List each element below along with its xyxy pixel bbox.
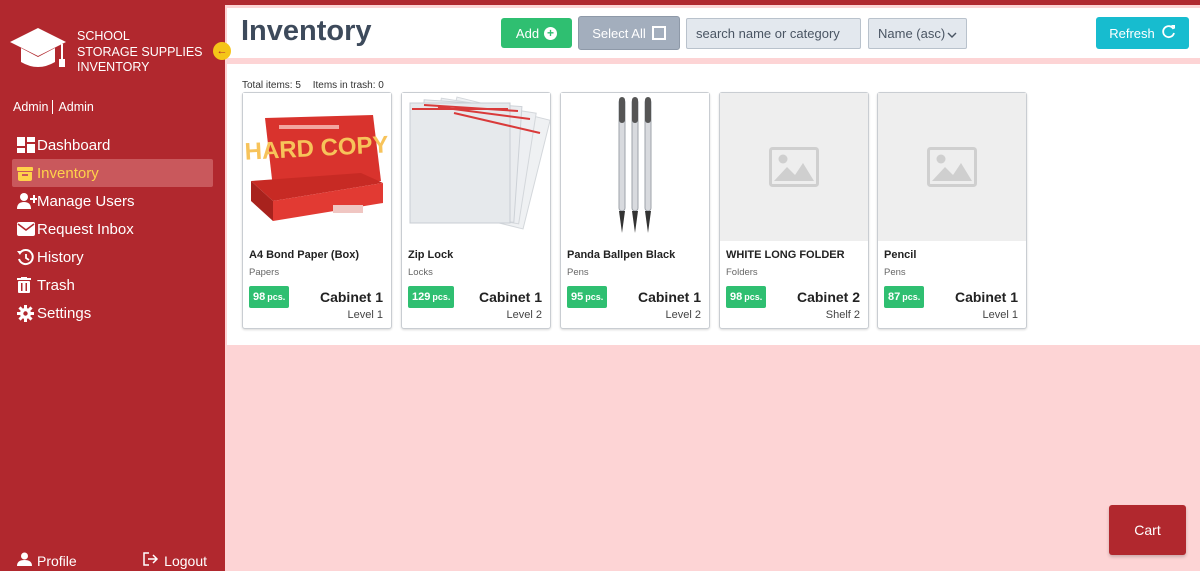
sort-value: Name (asc) xyxy=(878,26,946,41)
item-location: Cabinet 1 xyxy=(637,289,701,305)
cart-label: Cart xyxy=(1134,522,1161,538)
select-all-button[interactable]: Select All xyxy=(578,16,680,50)
graduation-cap-logo xyxy=(8,26,68,78)
refresh-icon xyxy=(1155,24,1176,42)
logout-label: Logout xyxy=(164,552,207,569)
item-name: A4 Bond Paper (Box) xyxy=(249,249,360,261)
inventory-panel: Total items: 5 Items in trash: 0 HARD CO… xyxy=(227,64,1200,345)
refresh-button[interactable]: Refresh xyxy=(1096,17,1189,49)
sidebar-item-label: Manage Users xyxy=(37,192,135,210)
item-category: Pens xyxy=(567,267,589,278)
sidebar-item-label: History xyxy=(37,248,84,266)
item-name: Zip Lock xyxy=(408,249,454,261)
add-button[interactable]: Add + xyxy=(501,18,572,48)
sidebar-item-label: Request Inbox xyxy=(37,220,134,238)
item-name: WHITE LONG FOLDER xyxy=(726,249,845,261)
quantity-badge: 129 pcs. xyxy=(408,286,455,308)
sidebar-item-label: Inventory xyxy=(37,164,99,182)
search-input[interactable] xyxy=(686,18,861,49)
logout-icon xyxy=(143,552,164,569)
item-location: Cabinet 1 xyxy=(954,289,1018,305)
profile-label: Profile xyxy=(37,552,77,569)
user-name: Admin xyxy=(58,100,94,114)
sidebar-item-dashboard[interactable]: Dashboard xyxy=(12,131,213,159)
items-in-trash: Items in trash: 0 xyxy=(312,80,384,91)
item-level: Level 2 xyxy=(506,309,542,321)
quantity-badge: 87 pcs. xyxy=(884,286,925,308)
sidebar-item-label: Dashboard xyxy=(37,136,111,154)
add-user-icon xyxy=(17,192,37,210)
logout-link[interactable]: Logout xyxy=(143,552,207,569)
profile-link[interactable]: Profile xyxy=(17,552,77,569)
chevron-down-icon xyxy=(947,28,957,43)
cart-button[interactable]: Cart xyxy=(1109,505,1186,555)
sidebar-nav: Dashboard Inventory Manage Users Request… xyxy=(12,131,213,327)
sidebar-item-inventory[interactable]: Inventory xyxy=(12,159,213,187)
arrow-left-icon: ← xyxy=(216,45,228,57)
item-level: Level 1 xyxy=(347,309,383,321)
sidebar-collapse-button[interactable]: ← xyxy=(213,42,231,60)
item-level: Level 2 xyxy=(665,309,701,321)
sidebar-item-settings[interactable]: Settings xyxy=(12,299,213,327)
user-icon xyxy=(17,552,37,569)
item-image xyxy=(402,93,550,241)
sidebar-item-manage-users[interactable]: Manage Users xyxy=(12,187,213,215)
quantity-badge: 98 pcs. xyxy=(249,286,290,308)
item-image xyxy=(561,93,709,241)
quantity-badge: 95 pcs. xyxy=(567,286,608,308)
item-category: Papers xyxy=(249,267,280,278)
box-icon xyxy=(17,164,37,182)
app-brand: SCHOOL STORAGE SUPPLIES INVENTORY xyxy=(77,29,203,76)
image-placeholder-icon xyxy=(878,93,1026,241)
sidebar-item-request-inbox[interactable]: Request Inbox xyxy=(12,215,213,243)
sidebar: SCHOOL STORAGE SUPPLIES INVENTORY Admin A… xyxy=(0,0,225,571)
dashboard-icon xyxy=(17,136,37,154)
inventory-summary: Total items: 5 Items in trash: 0 xyxy=(242,80,393,91)
sidebar-item-trash[interactable]: Trash xyxy=(12,271,213,299)
trash-icon xyxy=(17,276,37,294)
select-all-label: Select All xyxy=(592,25,646,41)
total-items: Total items: 5 xyxy=(242,80,301,91)
sidebar-item-history[interactable]: History xyxy=(12,243,213,271)
envelope-icon xyxy=(17,220,37,238)
item-image: HARD COPY xyxy=(243,93,391,241)
user-role: Admin xyxy=(13,100,49,114)
brand-line-3: INVENTORY xyxy=(77,60,150,74)
item-category: Folders xyxy=(726,267,758,278)
refresh-label: Refresh xyxy=(1109,25,1155,41)
history-icon xyxy=(17,248,37,266)
current-user: Admin Admin xyxy=(13,100,94,114)
image-placeholder-icon xyxy=(720,93,868,241)
plus-circle-icon: + xyxy=(544,26,558,40)
item-location: Cabinet 2 xyxy=(796,289,860,305)
item-category: Locks xyxy=(408,267,433,278)
item-name: Pencil xyxy=(884,249,917,261)
item-card[interactable]: Pencil Pens 87 pcs. Cabinet 1 Level 1 xyxy=(877,92,1027,329)
add-label: Add xyxy=(515,25,540,41)
page-title: Inventory xyxy=(241,15,372,47)
item-level: Shelf 2 xyxy=(825,309,860,321)
gear-icon xyxy=(17,304,37,322)
item-card[interactable]: WHITE LONG FOLDER Folders 98 pcs. Cabinet… xyxy=(719,92,869,329)
sort-select[interactable]: Name (asc) xyxy=(868,18,967,49)
quantity-badge: 98 pcs. xyxy=(726,286,767,308)
item-card[interactable]: Panda Ballpen Black Pens 95 pcs. Cabinet … xyxy=(560,92,710,329)
sidebar-footer: Profile Logout xyxy=(17,552,217,569)
sidebar-item-label: Settings xyxy=(37,304,92,322)
page-header: Inventory Add + Select All Name (asc) Re… xyxy=(227,8,1200,58)
item-name: Panda Ballpen Black xyxy=(567,249,676,261)
item-location: Cabinet 1 xyxy=(319,289,383,305)
brand-line-1: SCHOOL xyxy=(77,29,130,43)
item-category: Pens xyxy=(884,267,906,278)
brand-line-2: STORAGE SUPPLIES xyxy=(77,44,203,59)
item-level: Level 1 xyxy=(982,309,1018,321)
item-card[interactable]: HARD COPY A4 Bond Paper (Box) Papers 98 p… xyxy=(242,92,392,329)
sidebar-item-label: Trash xyxy=(37,276,75,294)
checkbox-icon xyxy=(651,26,666,40)
item-location: Cabinet 1 xyxy=(478,289,542,305)
item-card[interactable]: Zip Lock Locks 129 pcs. Cabinet 1 Level 2 xyxy=(401,92,551,329)
